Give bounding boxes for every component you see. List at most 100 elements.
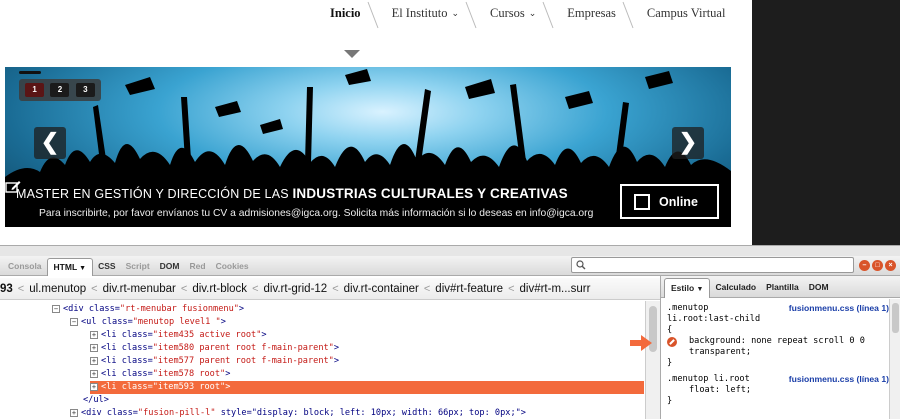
node-tag: <li: [101, 343, 122, 353]
pager-page-3[interactable]: 3: [75, 83, 95, 97]
breadcrumb-item[interactable]: div.rt-container: [339, 283, 424, 295]
expand-toggle-icon[interactable]: +: [90, 331, 98, 339]
breadcrumb-item[interactable]: div.rt-menubar: [98, 283, 181, 295]
breadcrumb-item[interactable]: ul.menutop: [24, 283, 91, 295]
tab-dom[interactable]: DOM: [155, 261, 185, 275]
firebug-panel-tabs: Consola HTML ▼ CSS Script DOM Red Cookies: [0, 256, 660, 276]
node-value: "rt-menubar fusionmenu": [119, 304, 239, 314]
restore-icon[interactable]: □: [872, 260, 883, 271]
firebug-panel: Consola HTML ▼ CSS Script DOM Red Cookies…: [0, 245, 900, 419]
collapse-toggle-icon[interactable]: −: [70, 318, 78, 326]
collapse-toggle-icon[interactable]: −: [52, 305, 60, 313]
css-source-link[interactable]: fusionmenu.css (línea 1): [789, 303, 889, 313]
tab-estilo[interactable]: Estilo ▼: [664, 278, 711, 298]
expand-toggle-icon[interactable]: +: [90, 357, 98, 365]
css-property[interactable]: float: left;: [689, 385, 751, 396]
chevron-down-icon: ⌄: [451, 8, 460, 18]
tab-calculado[interactable]: Calculado: [710, 282, 761, 297]
node-value: "menutop level1 ": [132, 317, 221, 327]
html-node[interactable]: + <li class="item580 parent root f-main-p…: [90, 342, 339, 355]
expand-toggle-icon[interactable]: +: [90, 383, 98, 391]
html-node[interactable]: + <div class="fusion-pill-l" style="displ…: [70, 407, 526, 419]
html-node-selected[interactable]: + <li class="item593 root">: [90, 381, 644, 394]
tab-consola[interactable]: Consola: [3, 261, 47, 275]
nav-item-empresas[interactable]: Empresas: [555, 0, 635, 32]
breadcrumb-item[interactable]: 93: [0, 283, 18, 295]
slide-title-bold: INDUSTRIAS CULTURALES Y CREATIVAS: [292, 186, 568, 201]
edit-pencil-icon: [5, 181, 21, 193]
node-tag: <div: [81, 408, 107, 418]
nav-item-campus-virtual[interactable]: Campus Virtual: [635, 0, 745, 32]
html-scrollbar[interactable]: [645, 301, 660, 419]
tab-dom-side[interactable]: DOM: [804, 282, 834, 297]
firebug-resize-bar[interactable]: [0, 246, 900, 256]
side-panel-scrollbar[interactable]: [889, 299, 900, 419]
html-node[interactable]: + <li class="item435 active root">: [90, 329, 267, 342]
css-property[interactable]: background: none repeat scroll 0 0: [689, 336, 865, 347]
expand-toggle-icon[interactable]: +: [70, 409, 78, 417]
slideshow-progress-bar: [19, 71, 41, 74]
css-brace: }: [667, 358, 673, 368]
minimize-icon[interactable]: –: [859, 260, 870, 271]
main-nav: Inicio El Instituto ⌄ Cursos ⌄ Empresas Ca…: [318, 0, 744, 32]
node-tag: <div: [63, 304, 89, 314]
css-selector: li.root:last-child: [667, 314, 761, 324]
html-node[interactable]: − <ul class="menutop level1 ">: [70, 316, 226, 329]
css-source-link[interactable]: fusionmenu.css (línea 1): [789, 374, 889, 384]
page-side-panel: [752, 0, 900, 245]
breadcrumb: 93 < ul.menutop < div.rt-menubar < div.r…: [0, 278, 660, 300]
nav-item-label: Inicio: [330, 6, 361, 20]
tab-css[interactable]: CSS: [93, 261, 120, 275]
node-attr: class=: [121, 330, 153, 340]
nav-item-label: Campus Virtual: [646, 6, 726, 20]
search-icon: [576, 260, 586, 270]
close-icon[interactable]: ×: [885, 260, 896, 271]
expand-toggle-icon[interactable]: +: [90, 344, 98, 352]
nav-item-label: Cursos: [490, 6, 525, 20]
node-tag: </ul>: [83, 395, 109, 405]
nav-item-inicio[interactable]: Inicio: [318, 0, 380, 32]
node-tag-close: >: [333, 356, 340, 366]
scrollbar-thumb[interactable]: [892, 303, 899, 333]
chevron-down-icon: ⌄: [528, 8, 537, 18]
breadcrumb-item[interactable]: div#rt-m...surr: [515, 283, 596, 295]
css-brace: {: [667, 325, 673, 335]
disabled-property-icon[interactable]: [667, 337, 677, 347]
tab-cookies[interactable]: Cookies: [211, 261, 254, 275]
node-tag: <li: [101, 382, 122, 392]
pager-page-1[interactable]: 1: [25, 83, 45, 97]
tab-html[interactable]: HTML ▼: [46, 258, 94, 276]
node-tag: <li: [101, 356, 122, 366]
breadcrumb-item[interactable]: div#rt-feature: [430, 283, 508, 295]
html-node[interactable]: </ul>: [83, 394, 109, 407]
slideshow-banner[interactable]: 1 2 3 ❮ ❯ MASTER EN GESTIÓN Y DIRECCIÓN …: [5, 67, 731, 227]
node-attr: class=: [121, 343, 153, 353]
tab-red[interactable]: Red: [185, 261, 211, 275]
pager-page-2[interactable]: 2: [50, 83, 70, 97]
caret-down-icon: ▼: [79, 265, 87, 272]
node-attr: class=: [121, 356, 153, 366]
css-selector: .menutop: [667, 303, 709, 313]
chevron-left-icon: ❮: [40, 129, 60, 154]
slide-subline: Para inscribirte, por favor envíanos tu …: [39, 208, 594, 219]
nav-item-cursos[interactable]: Cursos ⌄: [478, 0, 555, 32]
nav-separator: [542, 1, 554, 29]
expand-toggle-icon[interactable]: +: [90, 370, 98, 378]
html-node[interactable]: − <div class="rt-menubar fusionmenu">: [52, 303, 244, 316]
node-tag-close: >: [220, 317, 226, 327]
node-tag-close: style="display: block; left: 10px; width…: [215, 408, 526, 418]
next-slide-button[interactable]: ❯: [672, 127, 704, 159]
breadcrumb-item[interactable]: div.rt-grid-12: [259, 283, 333, 295]
previous-slide-button[interactable]: ❮: [34, 127, 66, 159]
online-button[interactable]: Online: [620, 184, 719, 219]
breadcrumb-item[interactable]: div.rt-block: [187, 283, 252, 295]
tab-script[interactable]: Script: [121, 261, 155, 275]
tab-estilo-label: Estilo: [671, 283, 695, 293]
html-node[interactable]: + <li class="item578 root">: [90, 368, 230, 381]
tab-plantilla[interactable]: Plantilla: [761, 282, 804, 297]
search-input[interactable]: [571, 257, 854, 273]
node-tag-close: >: [333, 343, 340, 353]
nav-item-el-instituto[interactable]: El Instituto ⌄: [380, 0, 478, 32]
html-node[interactable]: + <li class="item577 parent root f-main-p…: [90, 355, 339, 368]
style-side-panel: Estilo ▼ Calculado Plantilla DOM .menuto…: [660, 276, 900, 419]
